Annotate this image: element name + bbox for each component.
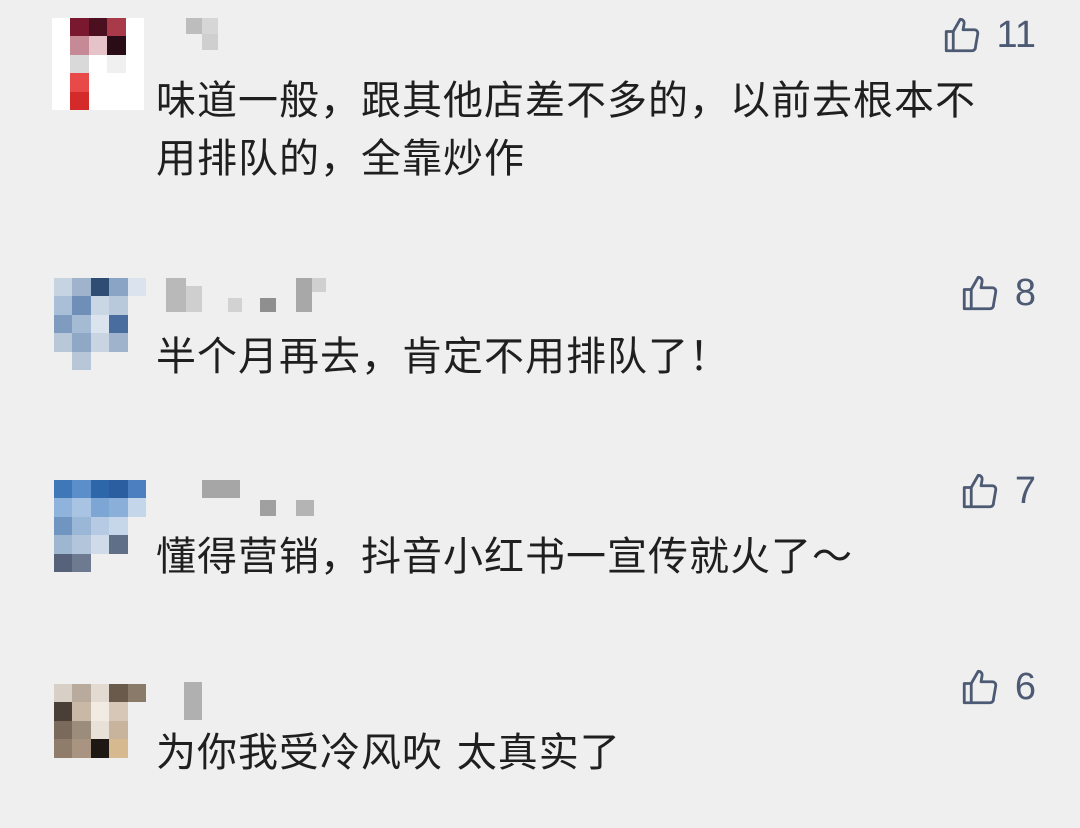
thumbs-up-icon bbox=[962, 275, 998, 311]
comment-text: 半个月再去，肯定不用排队了！ bbox=[156, 334, 730, 380]
comment-text: 懂得营销，抖音小红书一宣传就火了～ bbox=[156, 534, 853, 580]
avatar[interactable] bbox=[54, 480, 146, 572]
comment-text: 为你我受冷风吹 太真实了 bbox=[156, 730, 621, 776]
avatar[interactable] bbox=[54, 278, 146, 370]
like-button[interactable]: 7 bbox=[959, 466, 1036, 516]
nickname-blurred[interactable] bbox=[166, 278, 336, 312]
thumbs-up-icon bbox=[962, 473, 998, 509]
thumbs-up-icon bbox=[944, 17, 979, 53]
nickname-blurred[interactable] bbox=[202, 480, 322, 516]
like-button[interactable]: 6 bbox=[959, 662, 1036, 712]
like-button[interactable]: 11 bbox=[941, 10, 1036, 60]
avatar[interactable] bbox=[52, 18, 144, 110]
like-count: 8 bbox=[1014, 271, 1036, 314]
avatar[interactable] bbox=[54, 684, 146, 776]
comment-item: 为你我受冷风吹 太真实了 6 bbox=[0, 640, 1080, 828]
like-count: 6 bbox=[1014, 665, 1036, 708]
like-count: 7 bbox=[1014, 469, 1036, 512]
comment-item: 懂得营销，抖音小红书一宣传就火了～ 7 bbox=[0, 450, 1080, 640]
like-count: 11 bbox=[996, 13, 1036, 56]
nickname-blurred[interactable] bbox=[184, 682, 224, 720]
nickname-blurred[interactable] bbox=[186, 18, 246, 52]
comment-item: 味道一般，跟其他店差不多的，以前去根本不用排队的，全靠炒作 11 bbox=[0, 0, 1080, 220]
comment-text: 味道一般，跟其他店差不多的，以前去根本不用排队的，全靠炒作 bbox=[156, 78, 976, 182]
thumbs-up-icon bbox=[962, 669, 998, 705]
comment-item: 半个月再去，肯定不用排队了！ 8 bbox=[0, 220, 1080, 450]
like-button[interactable]: 8 bbox=[959, 268, 1036, 318]
